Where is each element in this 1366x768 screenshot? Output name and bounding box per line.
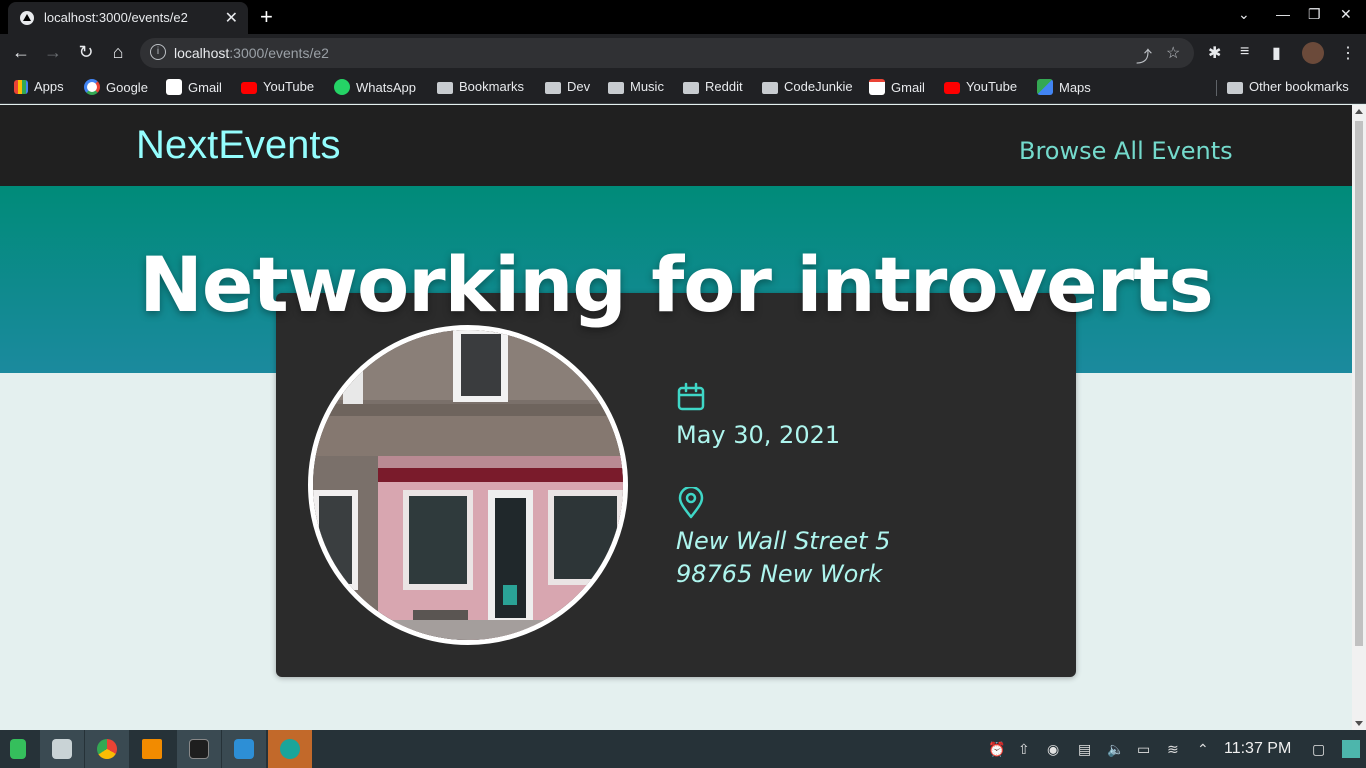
restore-icon[interactable]: ❐ [1308, 6, 1321, 23]
url-text[interactable]: localhost:3000/events/e2 [174, 45, 329, 61]
vlc-icon [142, 739, 162, 759]
taskbar-terminal[interactable] [177, 730, 221, 768]
apps-grid-icon [14, 80, 28, 94]
back-icon[interactable]: ← [10, 42, 32, 63]
bookmark-whatsapp[interactable]: WhatsApp [334, 79, 416, 97]
address-line-1: New Wall Street 5 [676, 527, 891, 555]
side-panel-icon[interactable]: ▮ [1272, 43, 1281, 63]
bookmark-folder-reddit[interactable]: Reddit [683, 79, 743, 97]
address-bar[interactable]: i localhost:3000/events/e2 ⤴ ☆ [140, 38, 1194, 68]
folder-icon [1227, 82, 1243, 94]
desktop-thumbnail-icon[interactable] [1342, 740, 1360, 758]
tray-expand-icon[interactable]: ⌃ [1197, 741, 1209, 758]
manjaro-logo-icon [10, 739, 26, 759]
maps-icon [1037, 79, 1053, 95]
browser-tab[interactable]: localhost:3000/events/e2 ✕ [8, 2, 248, 34]
bookmark-folder-music[interactable]: Music [608, 79, 664, 97]
taskbar-screenshot-app[interactable] [268, 730, 312, 768]
new-tab-icon[interactable]: + [260, 4, 273, 30]
folder-icon [762, 82, 778, 94]
bookmark-folder-dev[interactable]: Dev [545, 79, 590, 97]
tab-search-icon[interactable]: ⌄ [1238, 6, 1250, 23]
taskbar-clock[interactable]: 11:37 PM [1224, 740, 1291, 758]
youtube-icon [944, 82, 960, 94]
bookmark-youtube[interactable]: YouTube [241, 79, 314, 97]
wifi-icon[interactable]: ≋ [1167, 741, 1179, 758]
address-line-2: 98765 New Work [676, 560, 883, 588]
bookmark-star-icon[interactable]: ☆ [1166, 43, 1180, 63]
bookmark-other[interactable]: Other bookmarks [1227, 79, 1349, 97]
notifications-icon[interactable]: ⏰ [988, 741, 1005, 758]
nextjs-favicon-icon [20, 11, 34, 25]
forward-icon[interactable]: → [42, 42, 64, 63]
site-header: NextEvents Browse All Events [0, 105, 1352, 186]
scroll-thumb[interactable] [1355, 121, 1363, 646]
battery-icon[interactable]: ▭ [1137, 741, 1150, 758]
taskbar-vlc[interactable] [130, 730, 174, 768]
scroll-up-icon[interactable] [1355, 109, 1363, 114]
browser-toolbar: ← → ↻ ⌂ i localhost:3000/events/e2 ⤴ ☆ ✱… [0, 34, 1366, 72]
bookmark-maps[interactable]: Maps [1037, 79, 1091, 97]
whatsapp-icon [334, 79, 350, 95]
reload-icon[interactable]: ↻ [75, 42, 97, 63]
close-tab-icon[interactable]: ✕ [225, 8, 238, 28]
gmail-icon [869, 79, 885, 95]
show-desktop-icon[interactable]: ▢ [1312, 741, 1325, 758]
tab-title: localhost:3000/events/e2 [44, 10, 188, 25]
browse-all-events-link[interactable]: Browse All Events [1019, 137, 1233, 165]
event-summary-card: May 30, 2021 New Wall Street 5 98765 New… [276, 293, 1076, 677]
taskbar-start-menu[interactable] [0, 730, 44, 768]
event-image [308, 325, 628, 645]
camera-shutter-icon [280, 739, 300, 759]
os-taskbar: ⏰ ⇧ ◉ ▤ 🔈 ▭ ≋ ⌃ 11:37 PM ▢ [0, 730, 1366, 768]
google-icon [84, 79, 100, 95]
folder-icon [608, 82, 624, 94]
youtube-icon [241, 82, 257, 94]
bookmark-youtube-2[interactable]: YouTube [944, 79, 1017, 97]
location-pin-icon [678, 487, 704, 519]
chrome-icon [97, 739, 117, 759]
bookmarks-divider [1216, 80, 1217, 96]
folder-icon [545, 82, 561, 94]
bookmarks-bar: Apps Google Gmail YouTube WhatsApp Bookm… [0, 72, 1366, 104]
bookmark-gmail-2[interactable]: Gmail [869, 79, 925, 97]
home-icon[interactable]: ⌂ [107, 42, 129, 63]
media-control-icon[interactable]: ≡ [1240, 43, 1249, 61]
site-logo[interactable]: NextEvents [136, 123, 341, 168]
event-address: New Wall Street 5 98765 New Work [676, 525, 890, 591]
bookmark-google[interactable]: Google [84, 79, 148, 97]
menu-icon[interactable]: ⋮ [1340, 43, 1356, 63]
terminal-icon [189, 739, 209, 759]
updates-icon[interactable]: ⇧ [1018, 741, 1030, 758]
taskbar-file-manager[interactable] [40, 730, 84, 768]
taskbar-chrome[interactable] [85, 730, 129, 768]
event-date: May 30, 2021 [676, 421, 841, 449]
site-info-icon[interactable]: i [150, 44, 166, 60]
share-icon[interactable]: ⤴ [1136, 43, 1152, 67]
browser-tab-strip: localhost:3000/events/e2 ✕ + ⌄ — ❐ ✕ [0, 0, 1366, 34]
file-manager-icon [52, 739, 72, 759]
scroll-down-icon[interactable] [1355, 721, 1363, 726]
calendar-icon [677, 382, 705, 411]
folder-icon [683, 82, 699, 94]
bookmark-gmail[interactable]: Gmail [166, 79, 222, 97]
page-scrollbar[interactable] [1352, 105, 1366, 730]
folder-icon [437, 82, 453, 94]
page-viewport: NextEvents Browse All Events Networking … [0, 105, 1352, 730]
bookmark-apps[interactable]: Apps [14, 79, 64, 97]
vscode-icon [234, 739, 254, 759]
volume-icon[interactable]: 🔈 [1107, 741, 1124, 758]
extensions-icon[interactable]: ✱ [1208, 43, 1221, 63]
bookmark-folder-codejunkie[interactable]: CodeJunkie [762, 79, 853, 97]
taskbar-vscode[interactable] [222, 730, 266, 768]
clipboard-icon[interactable]: ▤ [1078, 741, 1091, 758]
event-title: Networking for introverts [139, 240, 1213, 329]
steam-icon[interactable]: ◉ [1047, 741, 1059, 758]
profile-avatar[interactable] [1302, 42, 1324, 64]
gmail-icon [166, 79, 182, 95]
bookmark-folder-bookmarks[interactable]: Bookmarks [437, 79, 524, 97]
close-window-icon[interactable]: ✕ [1340, 6, 1352, 23]
minimize-icon[interactable]: — [1276, 6, 1290, 22]
